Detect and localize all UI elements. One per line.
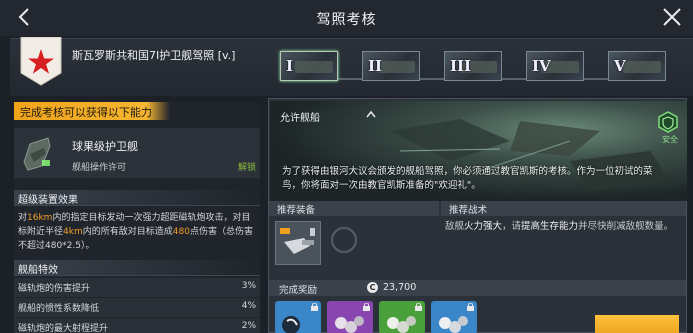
rewards-panel: 完成考核可以获得以下能力 球果级护卫舰 舰船操作许可 解锁 超级装置效果 对16… xyxy=(14,102,260,333)
trait-row: 磁轨炮的伤害提升 3% xyxy=(14,278,260,297)
lock-icon xyxy=(467,303,474,311)
recommended-tactic-text: 敌舰火力强大，请提高生存能力并尽快削减敌舰数量。 xyxy=(445,221,674,232)
license-header: 斯瓦罗斯共和国7I护卫舰驾照 [v.] I II III IV V xyxy=(10,37,693,96)
reward-item-blue[interactable] xyxy=(275,301,321,333)
close-icon[interactable] xyxy=(661,6,683,28)
ship-traits-title: 舰船特效 xyxy=(14,260,260,276)
reward-header: 完成考核可以获得以下能力 xyxy=(14,102,170,120)
mission-panel: 允许舰船 安全 为了获得由银河大议会颁发的舰船驾照，你必须通过教官凯斯的考核。作… xyxy=(268,98,687,333)
ship-name: 球果级护卫舰 xyxy=(72,140,138,153)
safe-label: 安全 xyxy=(662,135,678,144)
tier-1-button[interactable]: I xyxy=(280,51,338,81)
credit-amount: 23,700 xyxy=(383,282,417,293)
ship-reward-card[interactable]: 球果级护卫舰 舰船操作许可 解锁 xyxy=(14,128,260,178)
recommended-equipment-label: 推荐装备 xyxy=(269,201,439,216)
reward-item-purple[interactable] xyxy=(327,301,373,333)
lock-icon xyxy=(311,303,318,311)
completion-reward-label: 完成奖励 xyxy=(279,285,318,296)
safe-zone-shield-icon xyxy=(658,111,678,133)
super-device-description: 对16km内的指定目标发动一次强力超距磁轨炮攻击，对目标附近半径4km内的所有敌… xyxy=(18,213,253,251)
trait-row: 舰船的惯性系数降低 4% xyxy=(14,298,260,317)
frigate-ship-icon xyxy=(23,137,51,171)
red-star-badge-icon xyxy=(20,37,62,86)
start-exam-button[interactable] xyxy=(595,315,679,333)
completion-reward-row: 完成奖励 C 23,700 xyxy=(269,280,686,296)
chevron-up-icon[interactable] xyxy=(366,110,376,118)
mission-story: 为了获得由银河大议会颁发的舰船驾照，你必须通过教官凯斯的考核。作为一位初试的菜鸟… xyxy=(282,166,653,191)
super-device-title: 超级装置效果 xyxy=(14,190,260,206)
lock-icon xyxy=(415,303,422,311)
reward-item-blue-2[interactable] xyxy=(431,301,477,333)
mission-scene-image: 允许舰船 安全 为了获得由银河大议会颁发的舰船驾照，你必须通过教官凯斯的考核。作… xyxy=(270,101,687,201)
top-bar: 驾照考核 xyxy=(0,0,693,36)
license-name: 斯瓦罗斯共和国7I护卫舰驾照 [v.] xyxy=(72,49,236,62)
unlock-status: 解锁 xyxy=(237,163,256,173)
tier-5-button[interactable]: V xyxy=(608,51,666,81)
page-title: 驾照考核 xyxy=(316,12,377,28)
ship-permit: 舰船操作许可 xyxy=(72,163,127,173)
turret-equipment-icon xyxy=(280,228,315,254)
tier-3-button[interactable]: III xyxy=(444,51,502,81)
lock-icon xyxy=(363,303,370,311)
credit-coin-icon: C xyxy=(367,282,378,293)
allowed-ships-label: 允许舰船 xyxy=(280,113,320,124)
reward-item-green[interactable] xyxy=(379,301,425,333)
recommended-equipment-item[interactable] xyxy=(275,221,321,265)
trait-row: 磁轨炮的最大射程提升 2% xyxy=(14,318,260,333)
tier-2-button[interactable]: II xyxy=(362,51,420,81)
recommended-tactic-label: 推荐战术 xyxy=(441,201,686,216)
empty-equipment-slot[interactable] xyxy=(331,227,357,253)
tier-4-button[interactable]: IV xyxy=(526,51,584,81)
